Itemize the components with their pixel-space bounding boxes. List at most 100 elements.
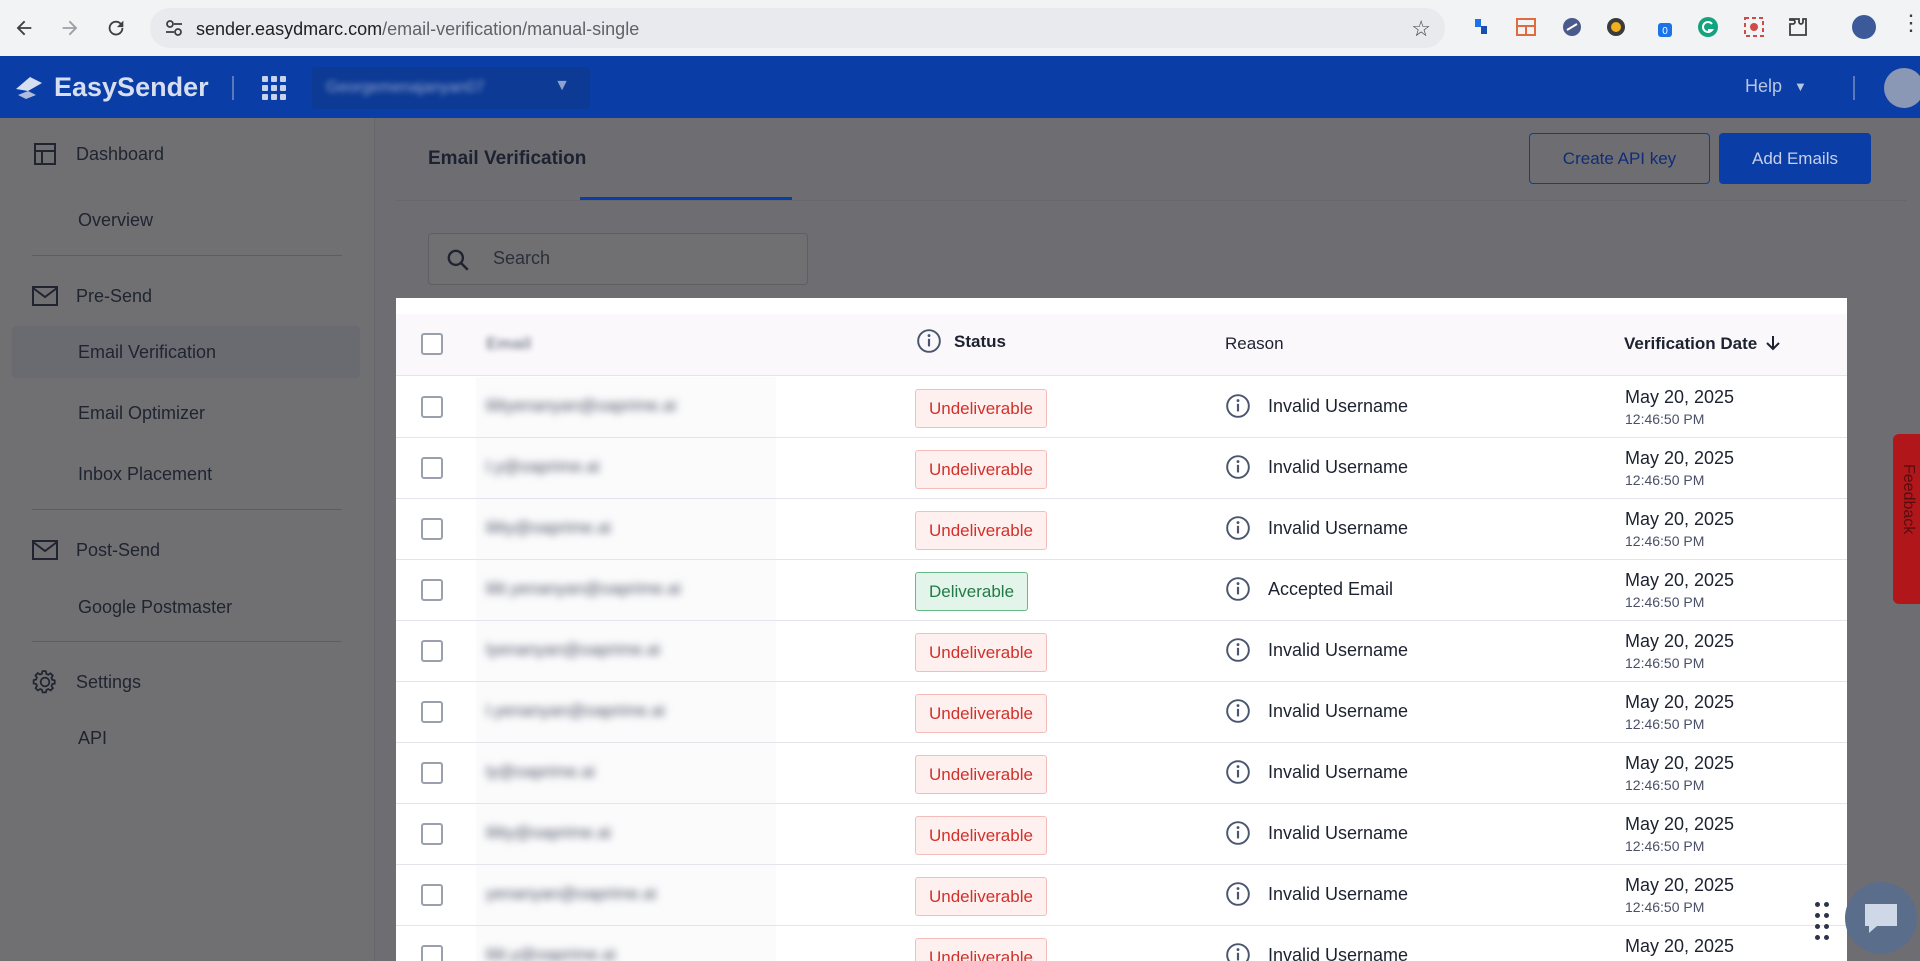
table-row[interactable]: ly@oaprime.ai Undeliverable Invalid Userna… <box>396 743 1847 804</box>
table-row[interactable]: lility@oaprime.ai Undeliverable Invalid Us… <box>396 804 1847 865</box>
email-cell: lilityenanyan@oaprime.ai <box>486 396 677 415</box>
brand-logo[interactable]: EasySender <box>14 72 209 103</box>
bookmark-star-icon[interactable]: ☆ <box>1411 16 1431 42</box>
reload-icon[interactable] <box>100 12 132 44</box>
extensions-puzzle-icon[interactable] <box>1786 15 1810 39</box>
caret-down-icon: ▼ <box>1794 79 1807 94</box>
feedback-tab[interactable]: Feedback <box>1893 434 1920 604</box>
verification-date: May 20, 2025 <box>1625 936 1735 956</box>
verification-time: 12:46:50 PM <box>1625 533 1705 549</box>
verification-date: May 20, 2025 <box>1625 753 1735 773</box>
info-icon[interactable] <box>1225 515 1251 546</box>
column-header-verification-date[interactable]: Verification Date <box>1624 334 1780 354</box>
row-checkbox[interactable] <box>421 457 443 479</box>
grammarly-icon[interactable] <box>1696 15 1720 39</box>
info-icon[interactable] <box>1225 820 1251 851</box>
verification-time: 12:46:50 PM <box>1625 411 1705 427</box>
table-row[interactable]: yenanyan@oaprime.ai Undeliverable Invalid … <box>396 865 1847 926</box>
menu-kebab-icon[interactable]: ⋮ <box>1900 10 1920 35</box>
profile-avatar[interactable] <box>1852 15 1876 39</box>
email-cell: lility@oaprime.ai <box>486 823 611 842</box>
info-icon[interactable] <box>1225 759 1251 790</box>
info-icon[interactable] <box>1225 576 1251 607</box>
user-avatar[interactable] <box>1884 68 1920 108</box>
info-icon[interactable] <box>1225 637 1251 668</box>
row-checkbox[interactable] <box>421 579 443 601</box>
extension-icon[interactable] <box>1470 15 1494 39</box>
sidebar-item-google-postmaster[interactable]: Google Postmaster <box>78 597 232 618</box>
info-icon[interactable] <box>1225 454 1251 485</box>
extension-icon[interactable] <box>1514 15 1538 39</box>
row-checkbox[interactable] <box>421 823 443 845</box>
site-settings-icon[interactable] <box>164 18 184 38</box>
table-row[interactable]: lilityenanyan@oaprime.ai Undeliverable Inv… <box>396 377 1847 438</box>
row-checkbox[interactable] <box>421 945 443 961</box>
sidebar-group-label: Post-Send <box>76 539 161 560</box>
drag-handle-icon[interactable] <box>1815 902 1831 942</box>
table-row[interactable]: l.yenanyan@oaprime.ai Undeliverable Invali… <box>396 682 1847 743</box>
back-icon[interactable] <box>8 12 40 44</box>
chat-widget-button[interactable] <box>1845 882 1917 954</box>
extension-icon[interactable] <box>1560 15 1584 39</box>
address-bar[interactable]: sender.easydmarc.com/email-verification/… <box>150 8 1445 48</box>
sidebar-item-inbox-placement[interactable]: Inbox Placement <box>78 464 212 485</box>
sidebar-group-settings[interactable]: Settings <box>32 669 141 695</box>
verification-time: 12:46:50 PM <box>1625 838 1705 854</box>
create-api-key-button[interactable]: Create API key <box>1529 133 1710 184</box>
table-row[interactable]: lyenanyan@oaprime.ai Undeliverable Invalid… <box>396 621 1847 682</box>
help-menu[interactable]: Help ▼ <box>1745 76 1807 97</box>
column-header-status[interactable]: Status <box>954 332 1006 352</box>
column-header-reason[interactable]: Reason <box>1225 334 1284 354</box>
sidebar-item-overview[interactable]: Overview <box>78 210 153 231</box>
row-checkbox[interactable] <box>421 884 443 906</box>
row-checkbox[interactable] <box>421 762 443 784</box>
email-cell: lilit.yenanyan@oaprime.ai <box>486 579 681 598</box>
status-badge: Undeliverable <box>915 755 1047 794</box>
sidebar: Dashboard Overview Pre-Send Email Verifi… <box>0 118 375 961</box>
sidebar-group-dashboard[interactable]: Dashboard <box>32 141 164 167</box>
verification-time: 12:46:50 PM <box>1625 899 1705 915</box>
info-icon[interactable] <box>1225 698 1251 729</box>
forward-icon[interactable] <box>54 12 86 44</box>
column-header-email[interactable]: Email <box>486 334 531 354</box>
reason-cell: Invalid Username <box>1268 518 1409 538</box>
search-input[interactable] <box>493 248 793 269</box>
mail-icon <box>32 283 58 309</box>
row-checkbox[interactable] <box>421 396 443 418</box>
table-row[interactable]: lilit.yenanyan@oaprime.ai Deliverable Acce… <box>396 560 1847 621</box>
email-cell: lyenanyan@oaprime.ai <box>486 640 661 659</box>
select-all-checkbox[interactable] <box>421 333 443 355</box>
info-icon[interactable] <box>1225 393 1251 424</box>
table-row[interactable]: l.y@oaprime.ai Undeliverable Invalid Usern… <box>396 438 1847 499</box>
apps-grid-icon[interactable] <box>262 76 286 100</box>
search-box[interactable] <box>428 233 808 285</box>
sidebar-group-pre-send[interactable]: Pre-Send <box>32 283 152 309</box>
row-checkbox[interactable] <box>421 518 443 540</box>
email-cell: lilit.y@oaprime.ai <box>486 945 616 961</box>
add-emails-button[interactable]: Add Emails <box>1719 133 1871 184</box>
workspace-selector[interactable]: Georgemenajanyan07 ▼ <box>312 67 590 109</box>
table-row[interactable]: lility@oaprime.ai Undeliverable Invalid Us… <box>396 499 1847 560</box>
sidebar-item-email-verification[interactable]: Email Verification <box>78 342 216 363</box>
row-checkbox[interactable] <box>421 640 443 662</box>
extension-icon[interactable] <box>1604 15 1628 39</box>
chevron-down-icon: ▼ <box>554 77 570 94</box>
main-content: Email Verification Create API key Add Em… <box>376 118 1920 961</box>
sidebar-item-email-optimizer[interactable]: Email Optimizer <box>78 403 205 424</box>
info-icon[interactable] <box>1225 881 1251 912</box>
sidebar-group-label: Pre-Send <box>76 285 153 306</box>
sidebar-group-post-send[interactable]: Post-Send <box>32 537 160 563</box>
status-badge: Undeliverable <box>915 511 1047 550</box>
feedback-label: Feedback <box>1900 464 1917 535</box>
url-text: sender.easydmarc.com/email-verification/… <box>196 19 640 39</box>
screenshot-icon[interactable] <box>1742 15 1766 39</box>
row-checkbox[interactable] <box>421 701 443 723</box>
svg-text:0: 0 <box>1662 26 1668 37</box>
info-icon[interactable] <box>916 328 942 359</box>
gear-icon <box>32 669 58 695</box>
table-row[interactable]: lilit.y@oaprime.ai Undeliverable Invalid U… <box>396 926 1847 961</box>
sidebar-item-api[interactable]: API <box>78 728 107 749</box>
extension-icon[interactable]: 0 <box>1652 15 1676 39</box>
info-icon[interactable] <box>1225 942 1251 961</box>
email-cell: ly@oaprime.ai <box>486 762 595 781</box>
